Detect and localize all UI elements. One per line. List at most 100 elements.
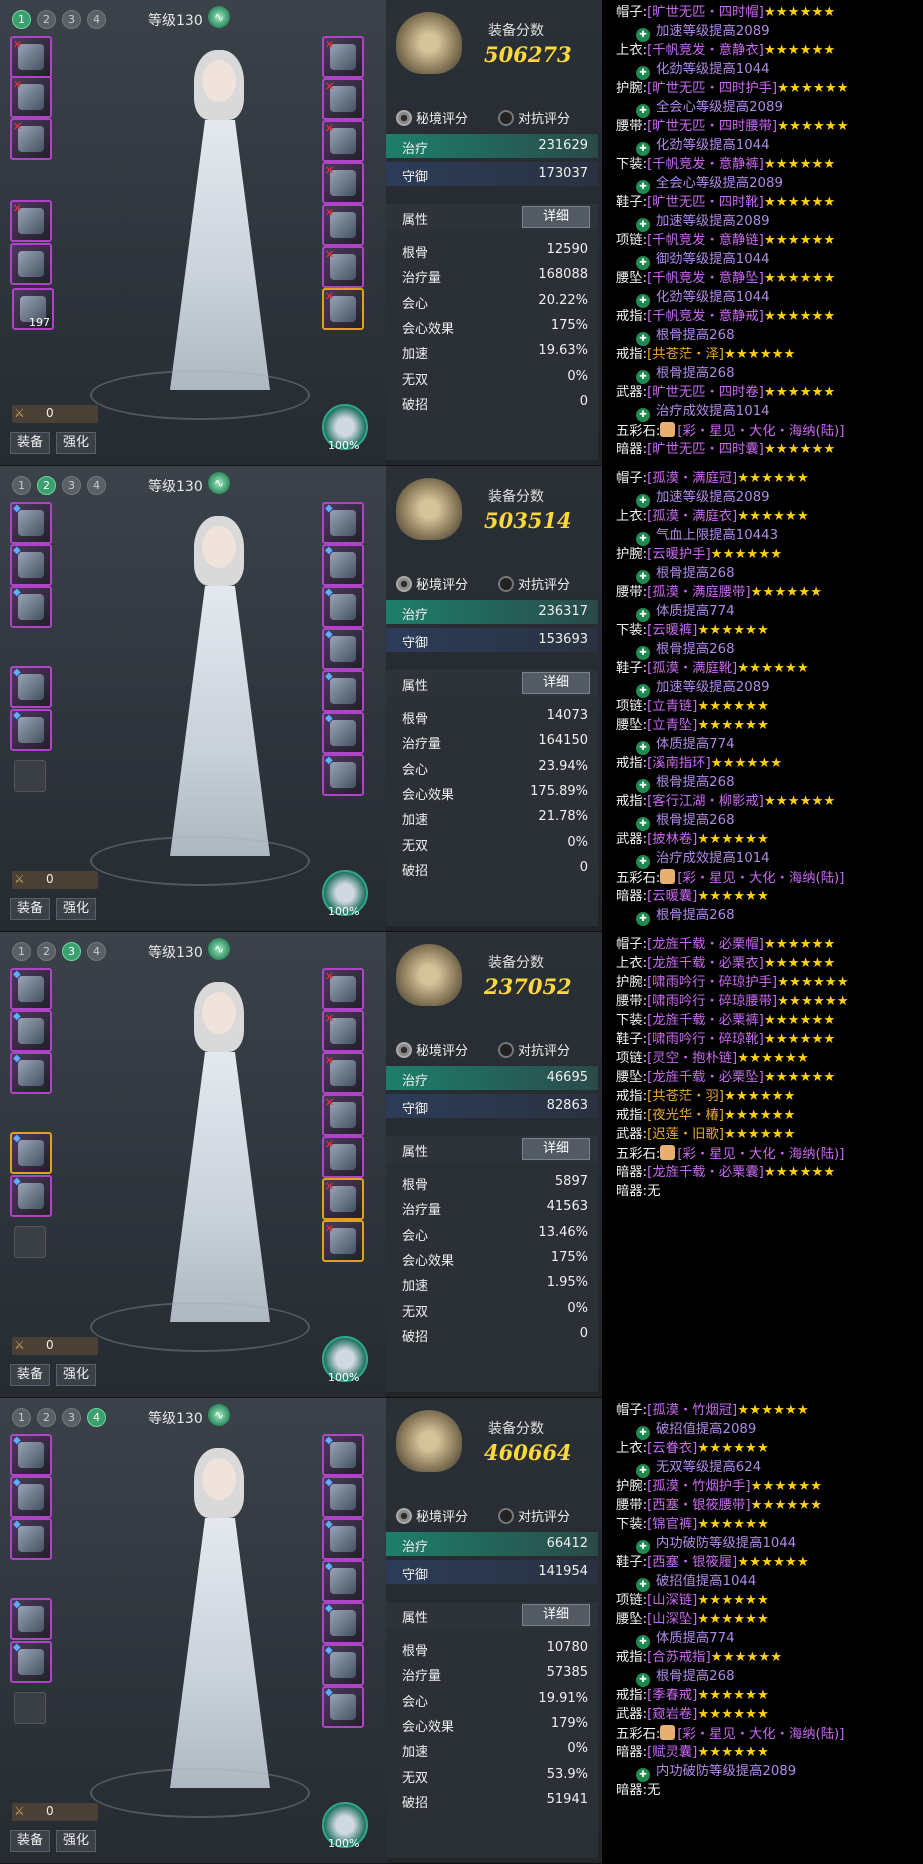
detail-button[interactable]: 详细: [522, 206, 590, 228]
enhance-button[interactable]: 强化: [56, 1364, 97, 1386]
equip-slot-left[interactable]: ◆: [10, 1010, 52, 1052]
radio-dungeon-score[interactable]: 秘境评分: [396, 574, 468, 593]
equip-slot-right[interactable]: ◆: [322, 1686, 364, 1728]
loadout-tabs: 1234: [12, 10, 106, 29]
equip-button[interactable]: 装备: [10, 432, 51, 454]
loadout-tab-2[interactable]: 2: [37, 10, 56, 29]
equip-slot-left[interactable]: ◆: [10, 1175, 52, 1217]
equip-slot-left[interactable]: ◆: [10, 666, 52, 708]
pet-portrait[interactable]: 100%: [322, 870, 368, 918]
equip-slot-right[interactable]: ✕: [322, 120, 364, 162]
radio-dungeon-score[interactable]: 秘境评分: [396, 1506, 468, 1525]
equip-slot-left[interactable]: ◆: [10, 1641, 52, 1683]
equip-slot-left[interactable]: ◆: [10, 1434, 52, 1476]
equip-slot-right[interactable]: ✕: [322, 1178, 364, 1220]
loadout-tab-2[interactable]: 2: [37, 942, 56, 961]
equip-slot-left[interactable]: [14, 760, 46, 792]
equip-slot-left[interactable]: ◆: [10, 1052, 52, 1094]
equip-slot-left[interactable]: ◆: [10, 1476, 52, 1518]
equip-slot-right[interactable]: ◆: [322, 502, 364, 544]
loadout-tab-1[interactable]: 1: [12, 10, 31, 29]
equip-slot-left[interactable]: ◆: [10, 586, 52, 628]
equip-slot-left[interactable]: ◆: [10, 709, 52, 751]
loadout-tab-2[interactable]: 2: [37, 476, 56, 495]
detail-button[interactable]: 详细: [522, 1138, 590, 1160]
radio-dungeon-score[interactable]: 秘境评分: [396, 1040, 468, 1059]
equip-slot-right[interactable]: ✕: [322, 288, 364, 330]
equip-slot-right[interactable]: ◆: [322, 586, 364, 628]
loadout-tab-4[interactable]: 4: [87, 942, 106, 961]
loadout-tab-2[interactable]: 2: [37, 1408, 56, 1427]
equip-slot-right[interactable]: ◆: [322, 1602, 364, 1644]
detail-button[interactable]: 详细: [522, 1604, 590, 1626]
equip-slot-right[interactable]: ✕: [322, 1052, 364, 1094]
equip-slot-left[interactable]: ◆: [10, 544, 52, 586]
equip-slot-left[interactable]: ✕: [10, 200, 52, 242]
pet-portrait[interactable]: 100%: [322, 1336, 368, 1384]
enhance-button[interactable]: 强化: [56, 432, 97, 454]
equip-slot-left[interactable]: ✕: [10, 76, 52, 118]
equip-slot-left[interactable]: ◆: [10, 1598, 52, 1640]
equip-slot-right[interactable]: ✕: [322, 1010, 364, 1052]
equip-slot-right[interactable]: ✕: [322, 78, 364, 120]
equip-slot-right[interactable]: ✕: [322, 162, 364, 204]
loadout-tab-1[interactable]: 1: [12, 942, 31, 961]
equipment-line: 腰坠:[立青坠]★★★★★★: [616, 717, 769, 735]
equip-slot-right[interactable]: ✕: [322, 246, 364, 288]
equip-button[interactable]: 装备: [10, 898, 51, 920]
loadout-tab-3[interactable]: 3: [62, 10, 81, 29]
loadout-tab-4[interactable]: 4: [87, 476, 106, 495]
loadout-tab-1[interactable]: 1: [12, 476, 31, 495]
enhance-button[interactable]: 强化: [56, 1830, 97, 1852]
loadout-tab-1[interactable]: 1: [12, 1408, 31, 1427]
detail-button[interactable]: 详细: [522, 672, 590, 694]
equip-slot-right[interactable]: ✕: [322, 204, 364, 246]
equip-slot-right[interactable]: ◆: [322, 544, 364, 586]
stat-value: 236317: [538, 604, 588, 619]
equip-slot-right[interactable]: ✕: [322, 968, 364, 1010]
equip-slot-right[interactable]: ◆: [322, 712, 364, 754]
equip-slot-left[interactable]: ◆: [10, 968, 52, 1010]
equip-slot-left[interactable]: ✕: [10, 36, 52, 78]
attribute-row: 会心 13.46%: [386, 1221, 598, 1245]
radio-dungeon-score[interactable]: 秘境评分: [396, 108, 468, 127]
equip-slot-right[interactable]: ◆: [322, 1476, 364, 1518]
equip-slot-left[interactable]: ◆: [10, 1132, 52, 1174]
equip-slot-left[interactable]: 197: [12, 288, 54, 330]
radio-pvp-score[interactable]: 对抗评分: [498, 108, 570, 127]
radio-pvp-score[interactable]: 对抗评分: [498, 1506, 570, 1525]
equip-button[interactable]: 装备: [10, 1830, 51, 1852]
pet-portrait[interactable]: 100%: [322, 404, 368, 452]
equip-slot-left[interactable]: [14, 1692, 46, 1724]
equip-slot-right[interactable]: ◆: [322, 1560, 364, 1602]
equip-slot-right[interactable]: ◆: [322, 1434, 364, 1476]
equip-slot-right[interactable]: ◆: [322, 670, 364, 712]
loadout-tab-4[interactable]: 4: [87, 1408, 106, 1427]
equip-slot-left[interactable]: ◆: [10, 1518, 52, 1560]
equip-slot-left[interactable]: ◆: [10, 502, 52, 544]
loadout-tab-3[interactable]: 3: [62, 476, 81, 495]
radio-label: 对抗评分: [518, 1044, 571, 1059]
equip-slot-right[interactable]: ◆: [322, 628, 364, 670]
loadout-tab-3[interactable]: 3: [62, 942, 81, 961]
radio-pvp-score[interactable]: 对抗评分: [498, 1040, 570, 1059]
equip-slot-left[interactable]: [10, 243, 52, 285]
radio-pvp-score[interactable]: 对抗评分: [498, 574, 570, 593]
equip-slot-right[interactable]: ◆: [322, 754, 364, 796]
equip-slot-left[interactable]: ✕: [10, 118, 52, 160]
equip-slot-left[interactable]: [14, 1226, 46, 1258]
loadout-tab-3[interactable]: 3: [62, 1408, 81, 1427]
item-name: [孤漠・竹烟护手]: [647, 1479, 751, 1494]
equip-button[interactable]: 装备: [10, 1364, 51, 1386]
equip-slot-right[interactable]: ◆: [322, 1644, 364, 1686]
pet-portrait[interactable]: 100%: [322, 1802, 368, 1850]
equip-slot-right[interactable]: ✕: [322, 36, 364, 78]
attribute-value: 0%: [567, 834, 588, 850]
equip-slot-right[interactable]: ✕: [322, 1136, 364, 1178]
equip-slot-right[interactable]: ◆: [322, 1518, 364, 1560]
loadout-tab-4[interactable]: 4: [87, 10, 106, 29]
equip-slot-right[interactable]: ✕: [322, 1220, 364, 1262]
equip-slot-right[interactable]: ✕: [322, 1094, 364, 1136]
school-icon: ∿: [208, 938, 230, 960]
enhance-button[interactable]: 强化: [56, 898, 97, 920]
